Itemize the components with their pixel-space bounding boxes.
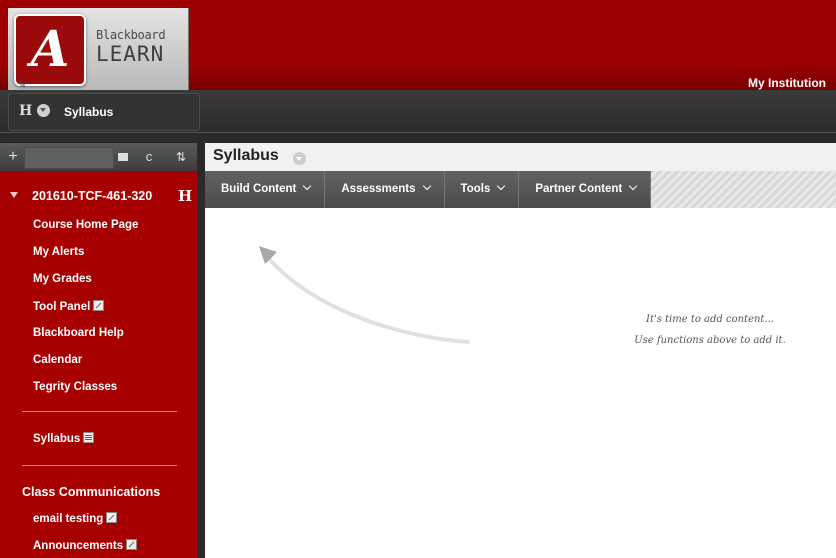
add-menu-item-icon[interactable]: + xyxy=(4,148,22,166)
hint-arrow-icon xyxy=(259,246,470,344)
link-icon xyxy=(126,539,138,550)
top-banner: A Blackboard LEARN ✎ My Institution xyxy=(0,0,836,91)
sidebar-item-my-alerts[interactable]: My Alerts xyxy=(33,246,84,258)
course-title-row[interactable]: 201610-TCF-461-320 H xyxy=(0,185,197,209)
sidebar-item-announcements[interactable]: Announcements xyxy=(33,539,138,552)
empty-message-line1: It's time to add content... xyxy=(646,314,774,325)
sort-icon[interactable]: ⇅ xyxy=(172,148,190,166)
folder-view-icon[interactable] xyxy=(114,148,132,166)
build-content-menu[interactable]: Build Content xyxy=(205,171,326,208)
course-initial-icon: H xyxy=(178,187,193,205)
toolbar-spacer xyxy=(24,147,114,169)
sidebar-section-header: Class Communications xyxy=(22,485,161,499)
alabama-logo-icon: A xyxy=(14,14,86,86)
action-menus: Build Content Assessments Tools Partner … xyxy=(205,171,652,208)
sidebar-item-email-testing[interactable]: email testing xyxy=(33,512,118,525)
breadcrumb: H Syllabus xyxy=(8,93,200,131)
link-icon xyxy=(106,512,118,523)
action-bar: Build Content Assessments Tools Partner … xyxy=(205,171,836,208)
chevron-down-icon[interactable] xyxy=(293,152,306,165)
breadcrumb-current-page[interactable]: Syllabus xyxy=(64,105,113,119)
sidebar-item-tool-panel[interactable]: Tool Panel xyxy=(33,300,105,313)
breadcrumb-bar: H Syllabus xyxy=(0,90,836,133)
chevron-down-icon[interactable] xyxy=(37,104,50,117)
menu-divider xyxy=(22,411,177,412)
menu-divider xyxy=(22,465,177,466)
content-area: Syllabus Build Content Assessments Tools… xyxy=(205,143,836,558)
chevron-down-icon xyxy=(303,181,312,191)
my-institution-tab[interactable]: My Institution xyxy=(748,76,826,90)
assessments-menu[interactable]: Assessments xyxy=(325,171,445,208)
course-menu: + c ⇅ 201610-TCF-461-320 H Course Home P… xyxy=(0,143,197,558)
empty-message-line2: Use functions above to add it. xyxy=(634,335,786,346)
chevron-down-icon xyxy=(497,181,506,191)
sidebar-item-blackboard-help[interactable]: Blackboard Help xyxy=(33,327,124,339)
partner-content-menu[interactable]: Partner Content xyxy=(519,171,652,208)
course-initial-icon[interactable]: H xyxy=(19,103,32,119)
sidebar-item-my-grades[interactable]: My Grades xyxy=(33,273,92,285)
course-menu-toolbar: + c ⇅ xyxy=(0,143,197,171)
page-title: Syllabus xyxy=(213,147,279,164)
brand-name-large: LEARN xyxy=(96,42,165,66)
chevron-down-icon xyxy=(629,181,638,191)
sidebar-item-tegrity-classes[interactable]: Tegrity Classes xyxy=(33,381,117,393)
brand-name-small: Blackboard xyxy=(96,28,166,42)
sidebar-item-course-home-page[interactable]: Course Home Page xyxy=(33,219,138,231)
page-header: Syllabus xyxy=(205,143,836,171)
sidebar-item-calendar[interactable]: Calendar xyxy=(33,354,82,366)
blackboard-logo[interactable]: A Blackboard LEARN ✎ xyxy=(8,8,189,91)
refresh-icon[interactable]: c xyxy=(140,148,158,166)
empty-content-message: It's time to add content... Use function… xyxy=(610,309,810,351)
chevron-down-icon xyxy=(422,181,431,191)
collapse-caret-icon[interactable] xyxy=(10,192,18,198)
course-title[interactable]: 201610-TCF-461-320 xyxy=(32,189,152,203)
tools-menu[interactable]: Tools xyxy=(445,171,520,208)
content-area-icon xyxy=(83,432,95,443)
link-icon xyxy=(93,300,105,311)
sidebar-item-syllabus[interactable]: Syllabus xyxy=(33,432,95,445)
